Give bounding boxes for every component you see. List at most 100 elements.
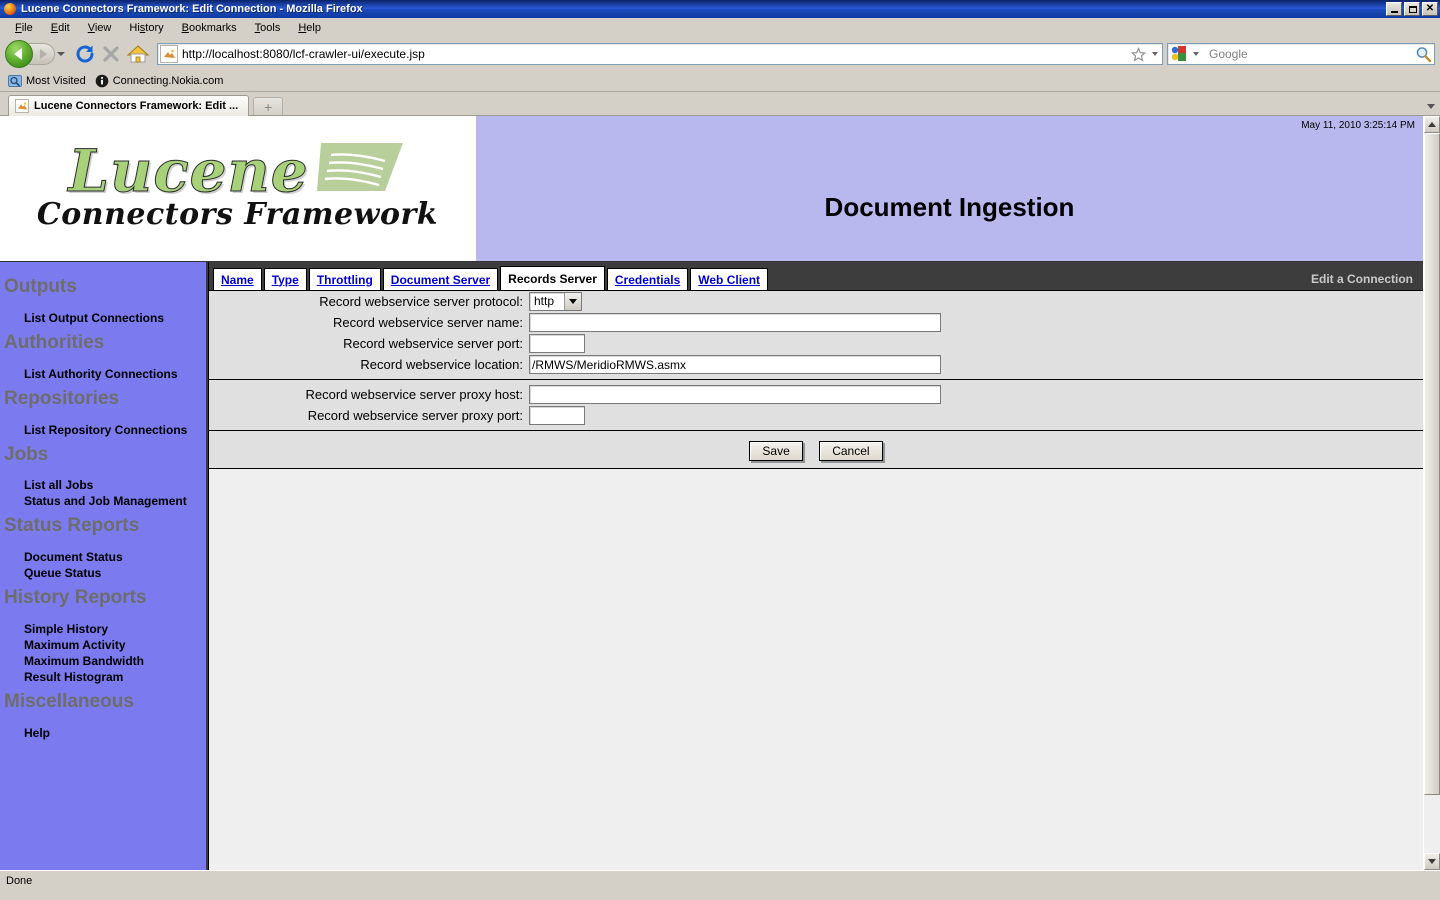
scroll-down-icon[interactable] xyxy=(1424,853,1440,870)
sidebar-heading-outputs: Outputs xyxy=(0,270,206,300)
bookmark-most-visited[interactable]: Most Visited xyxy=(6,73,91,89)
page-content: Lucene Connectors Framework xyxy=(0,116,1423,870)
page-scrollbar[interactable] xyxy=(1423,116,1440,870)
reload-icon[interactable] xyxy=(73,42,97,66)
breadcrumb: Edit a Connection xyxy=(1311,272,1423,290)
content-empty-area xyxy=(209,469,1423,870)
menu-help[interactable]: Help xyxy=(289,20,330,36)
label-protocol: Record webservice server protocol: xyxy=(209,291,529,312)
menu-edit[interactable]: Edit xyxy=(42,20,79,36)
label-location: Record webservice location: xyxy=(209,354,529,375)
menu-bookmarks[interactable]: Bookmarks xyxy=(173,20,246,36)
status-bar: Done xyxy=(0,870,1440,890)
tab-list-chevron-down-icon[interactable] xyxy=(1422,96,1440,116)
page-icon xyxy=(160,45,178,63)
tab-credentials[interactable]: Credentials xyxy=(607,268,688,290)
menu-tools[interactable]: Tools xyxy=(246,20,290,36)
form-row-protocol: Record webservice server protocol: http xyxy=(209,291,1423,312)
proxy-host-input[interactable] xyxy=(529,385,941,404)
location-input[interactable] xyxy=(529,355,941,374)
sidebar-item-maximum-activity[interactable]: Maximum Activity xyxy=(0,637,206,653)
close-button[interactable]: ✕ xyxy=(1422,2,1438,16)
label-proxy-host: Record webservice server proxy host: xyxy=(209,384,529,405)
tab-document-server[interactable]: Document Server xyxy=(383,268,498,290)
menu-file[interactable]: File xyxy=(6,20,42,36)
home-icon[interactable] xyxy=(125,42,151,66)
window-titlebar: Lucene Connectors Framework: Edit Connec… xyxy=(0,0,1440,18)
sidebar-heading-history-reports: History Reports xyxy=(0,581,206,611)
google-icon[interactable] xyxy=(1171,46,1187,62)
records-server-form: Record webservice server protocol: http … xyxy=(209,290,1423,469)
sidebar-heading-status-reports: Status Reports xyxy=(0,509,206,539)
form-divider xyxy=(209,379,1423,380)
form-row-server-port: Record webservice server port: xyxy=(209,333,1423,354)
tab-type[interactable]: Type xyxy=(264,268,307,290)
chevron-down-icon[interactable] xyxy=(564,293,581,310)
tab-records-server[interactable]: Records Server xyxy=(500,266,605,290)
search-engine-dropdown-icon[interactable] xyxy=(1189,43,1203,65)
page-viewport: Lucene Connectors Framework xyxy=(0,116,1440,870)
proxy-port-input[interactable] xyxy=(529,406,585,425)
info-icon xyxy=(95,74,109,88)
browser-tabstrip: Lucene Connectors Framework: Edit ... + xyxy=(0,92,1440,116)
bookmark-connecting-nokia[interactable]: Connecting.Nokia.com xyxy=(93,73,229,89)
navigation-toolbar: http://localhost:8080/lcf-crawler-ui/exe… xyxy=(0,38,1440,70)
scrollbar-thumb[interactable] xyxy=(1424,133,1440,795)
sidebar-nav: Outputs List Output Connections Authorit… xyxy=(0,262,208,870)
sidebar-item-queue-status[interactable]: Queue Status xyxy=(0,565,206,581)
server-name-input[interactable] xyxy=(529,313,941,332)
address-dropdown-icon[interactable] xyxy=(1148,43,1162,65)
sidebar-item-list-repository-connections[interactable]: List Repository Connections xyxy=(0,422,206,438)
sidebar-item-simple-history[interactable]: Simple History xyxy=(0,621,206,637)
browser-tab-label: Lucene Connectors Framework: Edit ... xyxy=(34,100,238,112)
save-button[interactable]: Save xyxy=(749,441,802,461)
page-title: Document Ingestion xyxy=(476,192,1423,223)
sidebar-item-document-status[interactable]: Document Status xyxy=(0,549,206,565)
search-input[interactable]: Google xyxy=(1203,47,1412,61)
window-title: Lucene Connectors Framework: Edit Connec… xyxy=(21,3,1386,15)
scrollbar-track[interactable] xyxy=(1424,133,1440,853)
window-controls: ✕ xyxy=(1386,2,1438,16)
history-dropdown-icon[interactable] xyxy=(55,43,67,65)
most-visited-icon xyxy=(8,74,22,88)
sidebar-item-status-and-job-management[interactable]: Status and Job Management xyxy=(0,493,206,509)
current-datetime: May 11, 2010 3:25:14 PM xyxy=(1301,120,1415,131)
search-bar[interactable]: Google xyxy=(1167,43,1435,65)
sidebar-item-maximum-bandwidth[interactable]: Maximum Bandwidth xyxy=(0,653,206,669)
lucene-feather-icon xyxy=(315,139,407,197)
status-text: Done xyxy=(6,875,32,887)
form-row-location: Record webservice location: xyxy=(209,354,1423,375)
sidebar-item-list-output-connections[interactable]: List Output Connections xyxy=(0,310,206,326)
page-body: Outputs List Output Connections Authorit… xyxy=(0,262,1423,870)
browser-tab[interactable]: Lucene Connectors Framework: Edit ... xyxy=(8,95,249,116)
stop-icon xyxy=(99,42,123,66)
app-header-title-area: May 11, 2010 3:25:14 PM Document Ingesti… xyxy=(476,116,1423,261)
menu-view[interactable]: View xyxy=(79,20,121,36)
new-tab-button[interactable]: + xyxy=(253,97,283,116)
scroll-up-icon[interactable] xyxy=(1424,116,1440,133)
sidebar-item-help[interactable]: Help xyxy=(0,725,206,741)
url-text: http://localhost:8080/lcf-crawler-ui/exe… xyxy=(182,47,1128,61)
tab-web-client[interactable]: Web Client xyxy=(690,268,768,290)
sidebar-item-list-all-jobs[interactable]: List all Jobs xyxy=(0,477,206,493)
bookmark-star-icon[interactable] xyxy=(1128,43,1148,65)
magnifier-icon[interactable] xyxy=(1412,43,1434,65)
restore-button[interactable] xyxy=(1404,2,1420,16)
cancel-button[interactable]: Cancel xyxy=(819,441,882,461)
address-bar[interactable]: http://localhost:8080/lcf-crawler-ui/exe… xyxy=(157,43,1163,65)
logo-wordmark: Lucene xyxy=(68,145,308,197)
sidebar-heading-repositories: Repositories xyxy=(0,382,206,412)
tab-name[interactable]: Name xyxy=(213,268,262,290)
protocol-select-value: http xyxy=(530,293,564,310)
menu-history[interactable]: History xyxy=(120,20,172,36)
back-arrow-icon[interactable] xyxy=(5,40,33,68)
minimize-button[interactable] xyxy=(1386,2,1402,16)
label-server-port: Record webservice server port: xyxy=(209,333,529,354)
sidebar-item-result-histogram[interactable]: Result Histogram xyxy=(0,669,206,685)
server-port-input[interactable] xyxy=(529,334,585,353)
protocol-select[interactable]: http xyxy=(529,292,582,311)
page-icon xyxy=(15,99,29,113)
tab-throttling[interactable]: Throttling xyxy=(309,268,381,290)
sidebar-item-list-authority-connections[interactable]: List Authority Connections xyxy=(0,366,206,382)
bookmark-label: Connecting.Nokia.com xyxy=(113,75,224,87)
